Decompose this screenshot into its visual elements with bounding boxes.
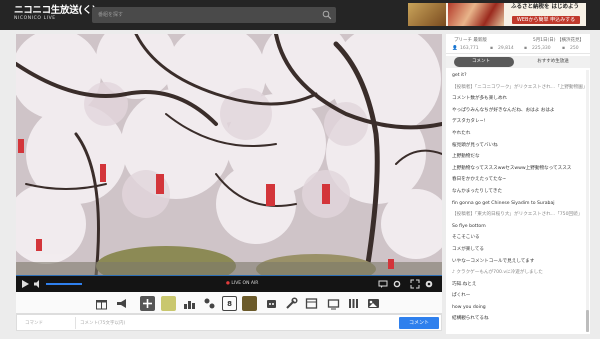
settings-icon[interactable] [392,279,402,289]
ad-cta-button[interactable]: WEBから簡単 申込みする [512,16,580,24]
comment-bar: コメント [16,314,442,331]
plus-icon[interactable] [140,296,155,311]
search-icon[interactable] [322,10,332,20]
search-box [92,7,336,23]
program-stats: 👤 163,771 ▪ 29,814 ▪ 225,330 ▪ 250 [452,46,588,52]
gallery-icon[interactable] [366,296,381,311]
ad-points-icon: ▪ [524,46,528,51]
send-comment-button[interactable]: コメント [399,317,439,329]
play-icon[interactable] [20,279,30,289]
comment-row: コメが楽してる [452,246,485,252]
comment-row: いやなーコメントコールで見えしてます [452,258,535,264]
comment-row: なんかまったりしてきた [452,188,503,194]
comment-row: 上野動物だな [452,154,480,160]
viewer-count: 163,771 [460,46,479,51]
command-input[interactable] [21,317,73,329]
comment-scrollbar[interactable] [586,70,589,332]
comment-row: 結構観られてるね [452,316,489,322]
tv-icon[interactable] [326,296,341,311]
ad-image-food [448,3,504,26]
gear-icon[interactable] [424,279,434,289]
scrollbar-thumb[interactable] [586,310,589,332]
tab-related-programs[interactable]: おすすめ生放送 [522,57,584,67]
cherry-blossom-video-frame [16,34,442,276]
fullscreen-icon[interactable] [410,279,420,289]
comment-row: fin gonna go get Chinese Siyadim to Sura… [452,200,555,206]
ad-text: ふるさと納税を はじめよう [511,4,579,10]
comment-row: 【投稿者】「ニコニコワーク」がリクエストされ...「上野動物園」 [452,84,586,90]
gift-count: 250 [570,46,579,51]
ad-points: 225,330 [532,46,551,51]
logo-main-text: ニコニコ生放送(く) [14,5,96,16]
player-controls: ● LIVE ON AIR [16,276,442,292]
volume-icon[interactable] [33,279,43,289]
comment-count: 29,814 [498,46,514,51]
ad-banner[interactable]: ふるさと納税を はじめよう WEBから簡単 申込みする [408,3,586,26]
screen-icon[interactable] [304,296,319,311]
comment-input[interactable] [75,317,395,329]
panel-tabs: コメント おすすめ生放送 [446,56,590,68]
search-input[interactable] [92,7,318,23]
comment-toggle-icon[interactable] [378,279,388,289]
site-header: ニコニコ生放送(く) NICONICO LIVE ふるさと納税を はじめよう W… [0,0,600,30]
niconico-live-logo[interactable]: ニコニコ生放送(く) NICONICO LIVE [14,5,96,25]
program-date: 5月1日(日) 【横浜花見】 [532,38,584,43]
comment-row: 巧知.ねとえ [452,281,477,287]
tab-comment[interactable]: コメント [454,57,514,67]
viewer-icon: 👤 [452,46,458,51]
number-eight-icon[interactable]: 8 [222,296,237,311]
gift-icon[interactable] [94,296,109,311]
comment-row: 上野動物なってスススwwセスwww上野動物なってススス [452,165,572,171]
ranking-icon[interactable] [182,296,197,311]
gift-toolbar: 8 [16,292,442,314]
program-info: プリーチ 最新版 5月1日(日) 【横浜花見】 👤 163,771 ▪ 29,8… [446,34,590,54]
game-icon[interactable] [202,296,217,311]
comment-row: how you doing [452,304,486,310]
comment-row: ♪ クラクゲーもんが700.vに冷遊がしました [452,270,543,276]
tool-icon[interactable] [284,296,299,311]
comment-row: コメント数が多も楽しめれ [452,96,508,102]
live-label: ● LIVE ON AIR [226,281,259,286]
card-icon[interactable] [242,296,257,311]
megaphone-icon[interactable] [114,296,129,311]
video-player[interactable] [16,34,442,276]
ad-image-left [408,3,446,26]
comment-row: そこそこいる [452,235,480,241]
comment-row: やれたれ [452,130,471,136]
comment-row: ぱくれー [452,293,471,299]
bars-icon[interactable] [346,296,361,311]
comment-row: 【投稿者】「東大的日桜り大」がリクエストされ...「750回続」 [452,212,583,218]
comment-row: get it? [452,73,467,78]
comment-row: やっぱりみんなちが好きなんだね、おはよ おはよ [452,107,555,113]
volume-slider[interactable] [46,283,82,285]
comment-row: So flye bottom [452,223,486,229]
channel-name[interactable]: プリーチ 最新版 [454,37,487,43]
logo-sub-text: NICONICO LIVE [14,16,56,21]
comment-row: デスタカタレ~! [452,119,486,125]
comment-list: get it? 【投稿者】「ニコニコワーク」がリクエストされ...「上野動物園」コ… [446,70,586,332]
emote-icon[interactable] [161,296,176,311]
gift-count-icon: ▪ [562,46,566,51]
comment-row: 春日をかかえたってたな~ [452,177,507,183]
comment-row: 桜見頭が見ってバいね [452,142,498,148]
comment-count-icon: ▪ [490,46,494,51]
comment-panel: プリーチ 最新版 5月1日(日) 【横浜花見】 👤 163,771 ▪ 29,8… [446,34,590,334]
robot-icon[interactable] [264,296,279,311]
